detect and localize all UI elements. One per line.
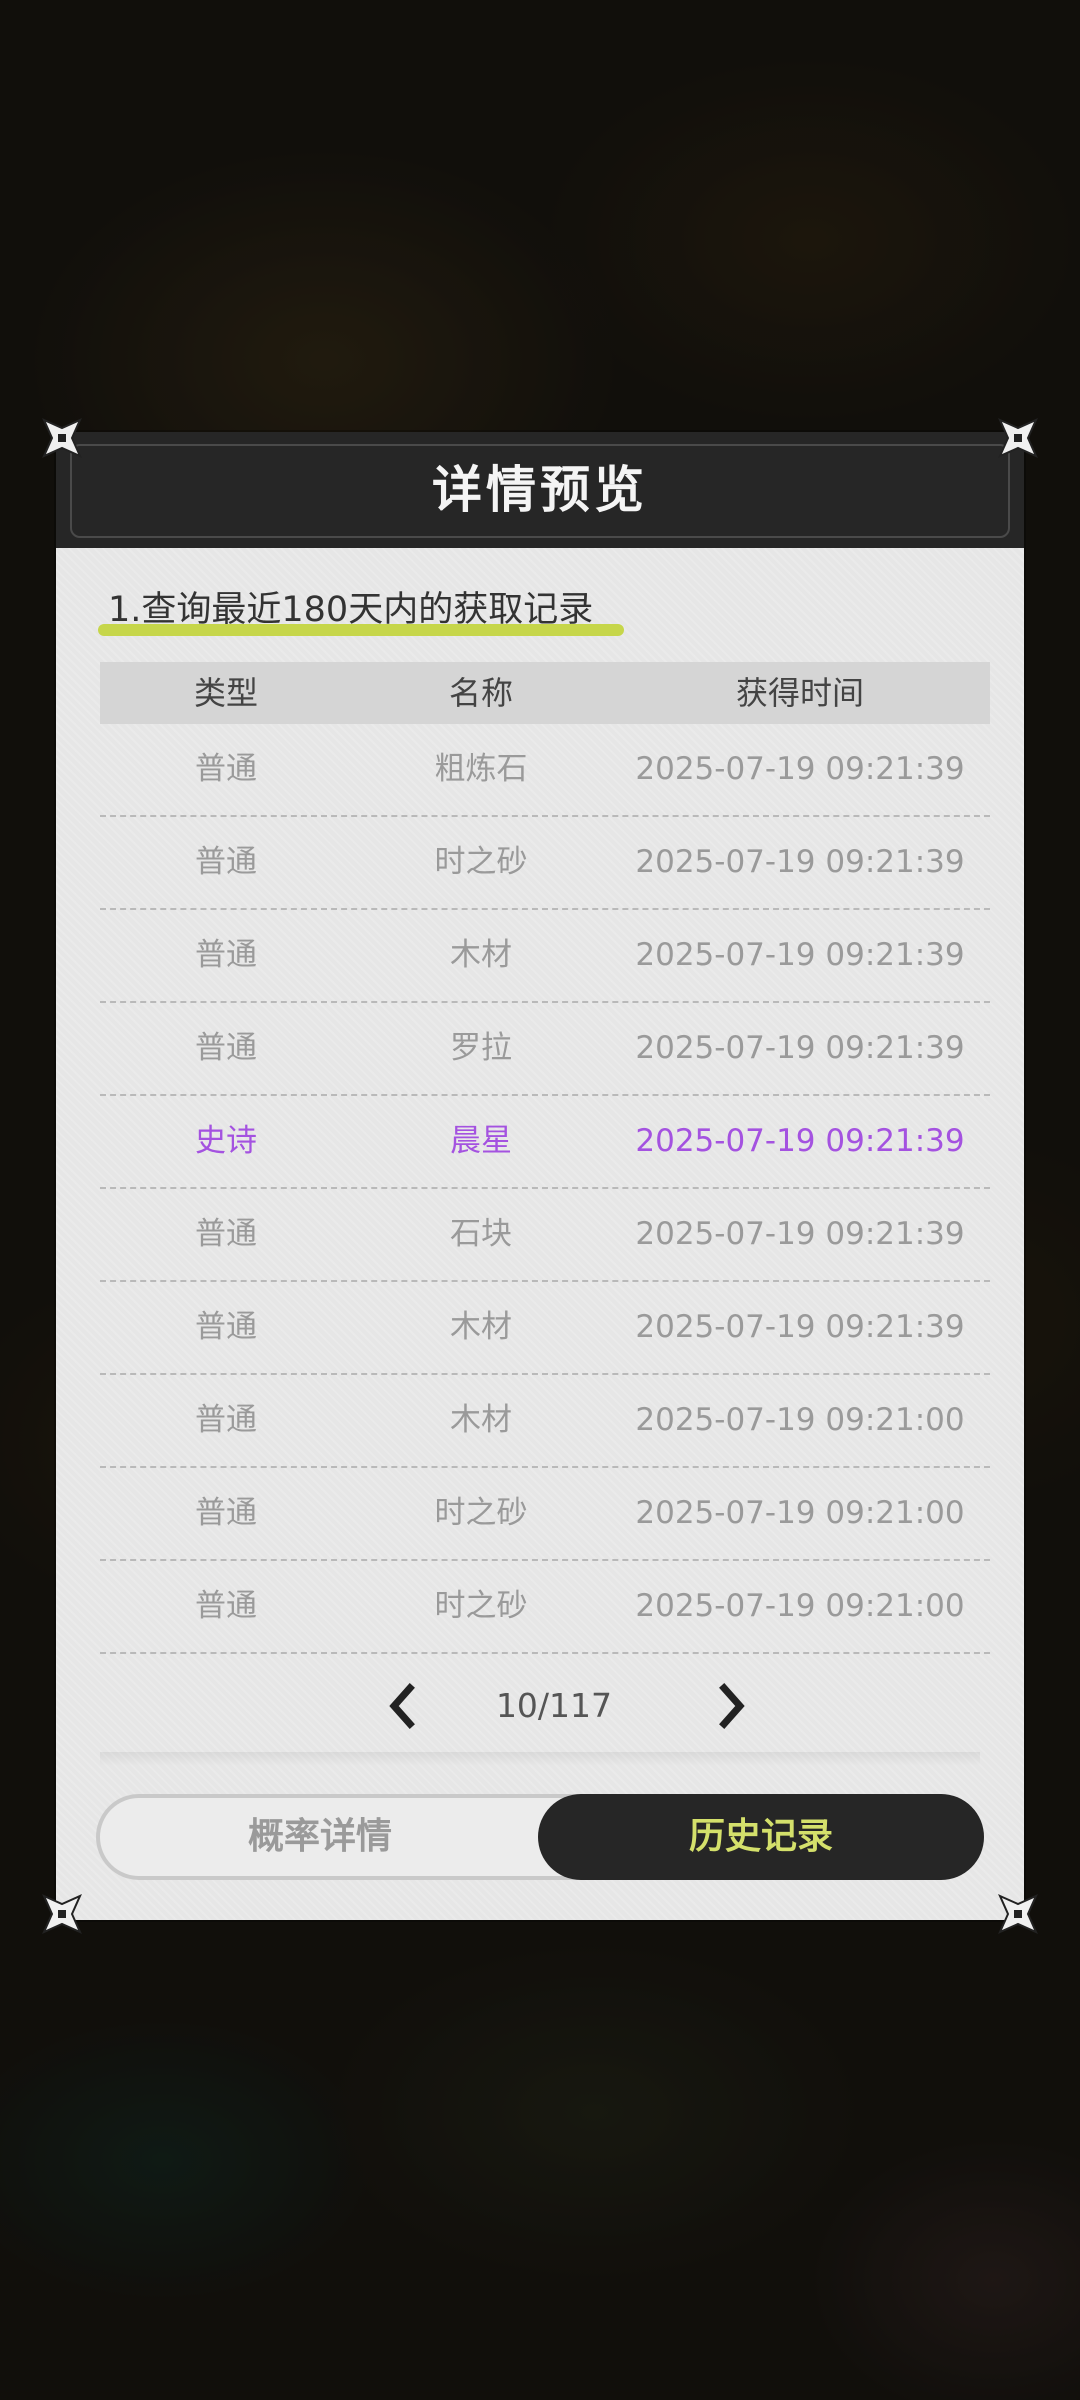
column-header-type: 类型 — [193, 674, 258, 712]
cell-name: 时之砂 — [434, 844, 528, 880]
cell-name: 时之砂 — [434, 1495, 528, 1531]
cell-type: 普通 — [195, 1030, 257, 1066]
section-heading: 1.查询最近180天内的获取记录 — [108, 590, 594, 630]
chevron-left-icon — [389, 1683, 415, 1729]
cell-time: 2025-07-19 09:21:39 — [635, 751, 965, 787]
cell-time: 2025-07-19 09:21:39 — [635, 1216, 965, 1252]
cell-name: 罗拉 — [450, 1030, 512, 1066]
column-header-time: 获得时间 — [735, 674, 864, 712]
cell-name: 木材 — [450, 1309, 512, 1345]
cell-type: 普通 — [195, 751, 257, 787]
cell-type: 史诗 — [195, 1123, 257, 1159]
cell-time: 2025-07-19 09:21:39 — [635, 937, 965, 973]
dialog-title: 详情预览 — [432, 461, 648, 519]
cell-type: 普通 — [195, 1309, 257, 1345]
cell-name: 粗炼石 — [434, 751, 528, 787]
table-row: 普通 罗拉 2025-07-19 09:21:39 — [100, 1003, 990, 1096]
table-row: 普通 粗炼石 2025-07-19 09:21:39 — [100, 724, 990, 817]
cell-type: 普通 — [195, 937, 257, 973]
details-dialog: 详情预览 1.查询最近180天内的获取记录 类型 名称 获得时间 普通 粗炼石 … — [42, 418, 1038, 1934]
cell-type: 普通 — [195, 844, 257, 880]
cell-time: 2025-07-19 09:21:39 — [635, 844, 965, 880]
cell-time: 2025-07-19 09:21:00 — [635, 1402, 965, 1438]
table-row: 普通 时之砂 2025-07-19 09:21:39 — [100, 817, 990, 910]
tab-switcher: 概率详情 历史记录 — [96, 1794, 984, 1880]
cell-type: 普通 — [195, 1402, 257, 1438]
table-row: 普通 石块 2025-07-19 09:21:39 — [100, 1189, 990, 1282]
corner-ornament-icon — [998, 418, 1038, 458]
column-header-name: 名称 — [448, 674, 513, 712]
cell-type: 普通 — [195, 1216, 257, 1252]
corner-ornament-icon — [998, 1894, 1038, 1934]
cell-time: 2025-07-19 09:21:00 — [635, 1588, 965, 1624]
cell-name: 石块 — [450, 1216, 512, 1252]
cell-name: 木材 — [450, 937, 512, 973]
table-row-epic: 史诗 晨星 2025-07-19 09:21:39 — [100, 1096, 990, 1189]
page-indicator: 10/117 — [495, 1686, 613, 1725]
cell-type: 普通 — [195, 1495, 257, 1531]
table-row: 普通 时之砂 2025-07-19 09:21:00 — [100, 1468, 990, 1561]
cell-type: 普通 — [195, 1588, 257, 1624]
dialog-header: 详情预览 — [56, 432, 1024, 548]
cell-name: 木材 — [450, 1402, 512, 1438]
table-row: 普通 时之砂 2025-07-19 09:21:00 — [100, 1561, 990, 1654]
cell-time: 2025-07-19 09:21:39 — [635, 1030, 965, 1066]
cell-time: 2025-07-19 09:21:39 — [635, 1123, 965, 1159]
cell-name: 时之砂 — [434, 1588, 528, 1624]
table-row: 普通 木材 2025-07-19 09:21:00 — [100, 1375, 990, 1468]
table-header: 类型 名称 获得时间 — [100, 662, 990, 724]
pager-divider — [100, 1752, 980, 1766]
next-page-button[interactable] — [700, 1676, 760, 1736]
corner-ornament-icon — [42, 418, 82, 458]
tab-probability-details[interactable]: 概率详情 — [100, 1798, 540, 1876]
chevron-right-icon — [719, 1683, 745, 1729]
cell-time: 2025-07-19 09:21:39 — [635, 1309, 965, 1345]
tab-history[interactable]: 历史记录 — [538, 1794, 984, 1880]
table-row: 普通 木材 2025-07-19 09:21:39 — [100, 1282, 990, 1375]
table-row: 普通 木材 2025-07-19 09:21:39 — [100, 910, 990, 1003]
previous-page-button[interactable] — [374, 1676, 434, 1736]
cell-time: 2025-07-19 09:21:00 — [635, 1495, 965, 1531]
cell-name: 晨星 — [450, 1123, 512, 1159]
corner-ornament-icon — [42, 1894, 82, 1934]
